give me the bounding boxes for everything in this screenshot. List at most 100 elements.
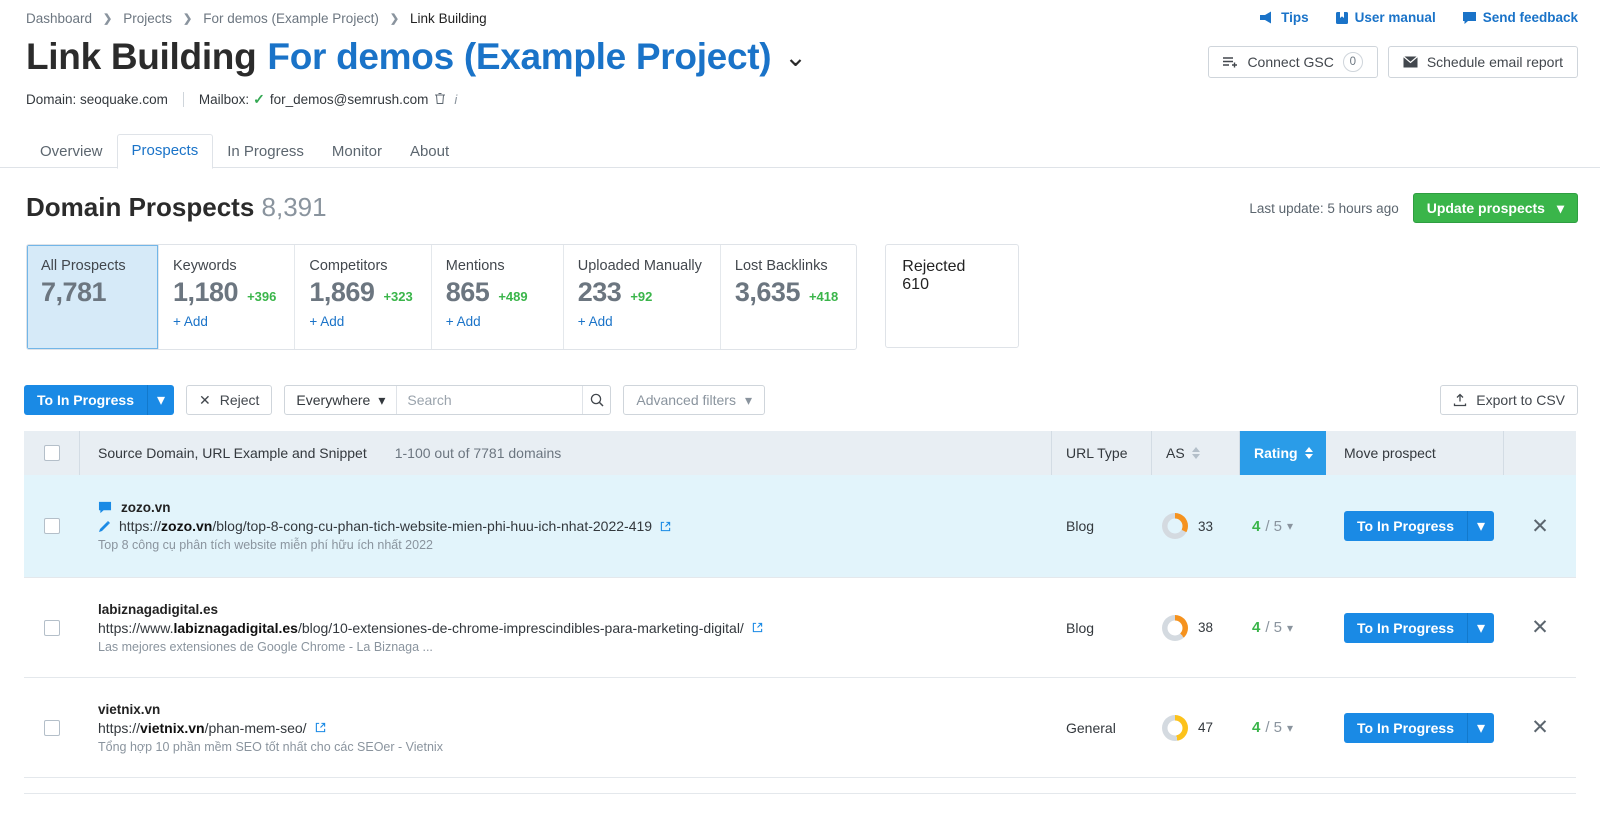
search-scope-label: Everywhere — [296, 392, 371, 408]
pencil-icon[interactable] — [98, 520, 111, 533]
breadcrumb-item-dashboard[interactable]: Dashboard — [26, 11, 92, 26]
tab-overview[interactable]: Overview — [26, 136, 117, 169]
stat-card-rejected[interactable]: Rejected 610 — [885, 244, 1020, 348]
tips-link[interactable]: Tips — [1260, 10, 1309, 25]
row-rating-value: 4 — [1252, 619, 1261, 636]
row-url-text[interactable]: https://vietnix.vn/phan-mem-seo/ — [98, 720, 307, 736]
schedule-email-report-button[interactable]: Schedule email report — [1387, 46, 1578, 78]
header-action-cell — [1504, 431, 1576, 475]
chevron-down-icon: ▾ — [378, 391, 386, 408]
row-snippet: Top 8 công cụ phân tích website miễn phí… — [98, 538, 433, 552]
row-to-in-progress-button[interactable]: To In Progress — [1344, 511, 1467, 541]
row-domain-label: labiznagadigital.es — [98, 601, 219, 617]
rating-chevron-down-icon[interactable]: ▾ — [1287, 519, 1293, 533]
authority-score-donut-icon — [1162, 714, 1188, 741]
to-in-progress-dropdown-chevron-down-icon[interactable]: ▾ — [146, 385, 174, 415]
trash-glyph — [435, 92, 446, 104]
rating-chevron-down-icon[interactable]: ▾ — [1287, 721, 1293, 735]
connect-gsc-button[interactable]: Connect GSC 0 — [1208, 46, 1378, 78]
stat-card-competitors[interactable]: Competitors 1,869 +323 + Add — [295, 245, 432, 349]
rating-chevron-down-icon[interactable]: ▾ — [1287, 621, 1293, 635]
to-in-progress-button[interactable]: To In Progress — [24, 385, 147, 415]
row-domain-label: zozo.vn — [121, 500, 171, 515]
table-row[interactable]: vietnix.vn https://vietnix.vn/phan-mem-s… — [24, 678, 1576, 778]
row-move-dropdown-chevron-down-icon[interactable]: ▾ — [1466, 511, 1494, 541]
row-url-text[interactable]: https://zozo.vn/blog/top-8-cong-cu-phan-… — [119, 518, 652, 534]
row-as-cell: 38 — [1152, 578, 1240, 677]
breadcrumb-item-project[interactable]: For demos (Example Project) — [203, 11, 379, 26]
row-url: https://zozo.vn/blog/top-8-cong-cu-phan-… — [98, 518, 671, 534]
tab-prospects[interactable]: Prospects — [116, 134, 214, 169]
row-as-cell: 33 — [1152, 475, 1240, 577]
stat-card-add-link[interactable]: + Add — [446, 314, 545, 329]
external-link-icon[interactable] — [752, 622, 763, 633]
tab-about[interactable]: About — [396, 136, 463, 169]
search-icon — [590, 393, 604, 407]
stat-card-add-link[interactable]: + Add — [578, 314, 702, 329]
row-to-in-progress-button[interactable]: To In Progress — [1344, 612, 1467, 643]
section-total-count: 8,391 — [261, 192, 327, 222]
stat-card-keywords[interactable]: Keywords 1,180 +396 + Add — [159, 245, 296, 349]
row-checkbox[interactable] — [44, 518, 60, 534]
sort-arrows-icon — [1191, 447, 1200, 459]
row-as-value: 47 — [1198, 720, 1214, 735]
page-title-project[interactable]: For demos (Example Project) — [267, 36, 771, 78]
tab-in-progress[interactable]: In Progress — [213, 136, 318, 169]
advanced-filters-button[interactable]: Advanced filters ▾ — [623, 385, 765, 415]
breadcrumb-item-projects[interactable]: Projects — [123, 11, 172, 26]
external-link-icon[interactable] — [660, 521, 671, 532]
row-reject-close-icon[interactable]: ✕ — [1531, 617, 1549, 638]
stat-card-add-link[interactable]: + Add — [173, 314, 276, 329]
row-move-dropdown-chevron-down-icon[interactable]: ▾ — [1466, 612, 1494, 643]
stat-card-mentions[interactable]: Mentions 865 +489 + Add — [432, 245, 564, 349]
search-scope-select[interactable]: Everywhere ▾ — [285, 386, 398, 414]
header-as-cell[interactable]: AS — [1152, 431, 1240, 475]
update-prospects-button[interactable]: Update prospects ▾ — [1412, 193, 1578, 223]
export-to-csv-button[interactable]: Export to CSV — [1440, 385, 1578, 415]
stat-card-add-link[interactable]: + Add — [309, 314, 412, 329]
stat-card-lost-backlinks[interactable]: Lost Backlinks 3,635 +418 — [721, 245, 856, 349]
send-feedback-label: Send feedback — [1482, 10, 1578, 25]
stat-card-uploaded-manually[interactable]: Uploaded Manually 233 +92 + Add — [564, 245, 721, 349]
row-move-cell: To In Progress ▾ — [1326, 678, 1504, 777]
breadcrumb-separator-icon: ❯ — [389, 13, 400, 25]
update-prospects-label: Update prospects — [1426, 200, 1545, 216]
row-reject-close-icon[interactable]: ✕ — [1531, 516, 1549, 537]
table-row[interactable]: labiznagadigital.es https://www.labiznag… — [24, 578, 1576, 678]
mailbox-label: Mailbox: — [198, 92, 250, 107]
breadcrumb-separator-icon: ❯ — [183, 13, 193, 25]
row-checkbox[interactable] — [44, 619, 60, 636]
search-submit-button[interactable] — [582, 386, 610, 414]
stat-card-label: Rejected — [902, 258, 966, 275]
comment-icon[interactable] — [98, 501, 112, 514]
chat-icon — [1462, 11, 1476, 24]
user-manual-link[interactable]: User manual — [1335, 10, 1436, 25]
row-move-dropdown-chevron-down-icon[interactable]: ▾ — [1466, 712, 1494, 743]
row-url-type-cell: Blog — [1052, 475, 1152, 577]
tab-monitor[interactable]: Monitor — [318, 136, 396, 169]
header-rating-cell[interactable]: Rating — [1240, 431, 1326, 475]
prospect-stat-cards: All Prospects 7,781 Keywords 1,180 +396 … — [26, 244, 1020, 350]
table-row[interactable]: zozo.vn https://zozo.vn/blog/top-8-cong-… — [24, 475, 1576, 578]
info-icon[interactable]: i — [454, 92, 457, 107]
table-bottom-divider — [24, 793, 1576, 794]
reject-button[interactable]: ✕ Reject — [185, 385, 273, 415]
reject-label: Reject — [219, 392, 260, 408]
row-url-type-cell: Blog — [1052, 578, 1152, 677]
project-switcher-chevron-down-icon[interactable]: ⌄ — [784, 42, 807, 73]
row-reject-close-icon[interactable]: ✕ — [1531, 717, 1549, 738]
select-all-checkbox[interactable] — [43, 445, 60, 461]
search-input[interactable] — [397, 386, 583, 414]
row-to-in-progress-button[interactable]: To In Progress — [1344, 712, 1467, 743]
section-title: Domain Prospects 8,391 — [26, 192, 327, 223]
row-checkbox[interactable] — [44, 719, 60, 736]
row-url-text[interactable]: https://www.labiznagadigital.es/blog/10-… — [98, 620, 744, 636]
stat-card-all-prospects[interactable]: All Prospects 7,781 — [27, 245, 159, 349]
row-select-cell — [24, 678, 80, 777]
column-header-url-type: URL Type — [1066, 445, 1128, 461]
external-link-icon[interactable] — [315, 722, 326, 733]
row-as-value: 38 — [1198, 620, 1214, 635]
stat-card-value: 1,180 — [173, 277, 239, 307]
send-feedback-link[interactable]: Send feedback — [1462, 10, 1578, 25]
trash-icon[interactable] — [434, 92, 446, 108]
